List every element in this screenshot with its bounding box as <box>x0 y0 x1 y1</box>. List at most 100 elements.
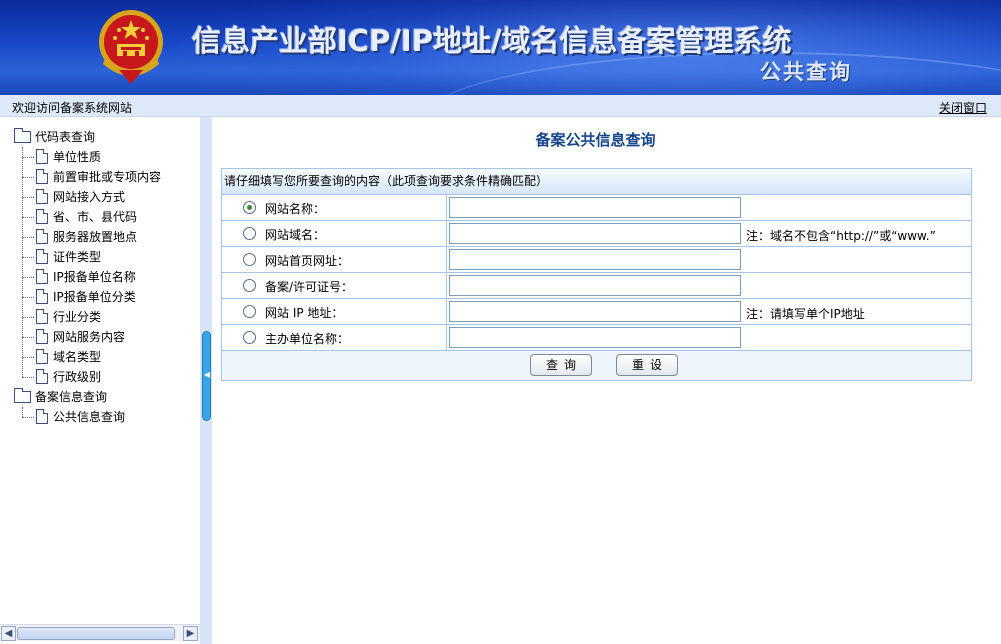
tree-item-label: IP报备单位名称 <box>53 267 136 287</box>
field-label-cell: 网站首页网址： <box>222 247 447 272</box>
site-name-input[interactable] <box>449 197 741 218</box>
query-form: 请仔细填写您所要查询的内容（此项查询要求条件精确匹配） 网站名称： 网站域名： … <box>221 168 972 381</box>
document-icon <box>36 149 48 164</box>
document-icon <box>36 189 48 204</box>
tree-folder-label: 备案信息查询 <box>35 387 107 407</box>
folder-icon <box>14 131 31 143</box>
tree-item[interactable]: 网站接入方式 <box>0 187 200 207</box>
tree-item[interactable]: IP报备单位名称 <box>0 267 200 287</box>
document-icon <box>36 289 48 304</box>
field-label: 备案/许可证号： <box>265 278 353 295</box>
domain-input[interactable] <box>449 223 741 244</box>
tree-item-label: IP报备单位分类 <box>53 287 136 307</box>
field-row-site-name: 网站名称： <box>222 195 971 221</box>
domain-note: 注：域名不包含“http://”或“www.” <box>746 227 936 244</box>
field-row-sponsor: 主办单位名称： <box>222 325 971 351</box>
query-button[interactable]: 查询 <box>530 354 592 376</box>
close-window-link[interactable]: 关闭窗口 <box>939 99 987 116</box>
welcome-bar: 欢迎访问备案系统网站 关闭窗口 <box>0 95 1001 117</box>
tree-item-label: 单位性质 <box>53 147 101 167</box>
tree-item[interactable]: IP报备单位分类 <box>0 287 200 307</box>
page-title: 备案公共信息查询 <box>212 129 979 150</box>
tree-item-label: 服务器放置地点 <box>53 227 137 247</box>
license-number-input[interactable] <box>449 275 741 296</box>
radio-sponsor[interactable] <box>243 331 256 344</box>
tree-item-label: 省、市、县代码 <box>53 207 137 227</box>
homepage-url-input[interactable] <box>449 249 741 270</box>
tree-item[interactable]: 前置审批或专项内容 <box>0 167 200 187</box>
tree-item[interactable]: 省、市、县代码 <box>0 207 200 227</box>
radio-license-number[interactable] <box>243 279 256 292</box>
tree-item[interactable]: 证件类型 <box>0 247 200 267</box>
document-icon <box>36 409 48 424</box>
document-icon <box>36 269 48 284</box>
welcome-text: 欢迎访问备案系统网站 <box>12 99 132 116</box>
tree-item[interactable]: 网站服务内容 <box>0 327 200 347</box>
system-title: 信息产业部ICP/IP地址/域名信息备案管理系统 <box>192 18 792 60</box>
tree-folder-record-query[interactable]: 备案信息查询 <box>0 387 200 407</box>
field-row-domain: 网站域名： 注：域名不包含“http://”或“www.” <box>222 221 971 247</box>
document-icon <box>36 209 48 224</box>
field-label: 主办单位名称： <box>265 330 349 347</box>
field-label-cell: 主办单位名称： <box>222 325 447 350</box>
field-row-ip-address: 网站 IP 地址： 注：请填写单个IP地址 <box>222 299 971 325</box>
tree-item[interactable]: 单位性质 <box>0 147 200 167</box>
main-content: 备案公共信息查询 请仔细填写您所要查询的内容（此项查询要求条件精确匹配） 网站名… <box>212 117 1001 644</box>
tree-item-label: 公共信息查询 <box>53 407 125 427</box>
tree-item-public-query[interactable]: 公共信息查询 <box>0 407 200 427</box>
document-icon <box>36 309 48 324</box>
tree-item[interactable]: 行业分类 <box>0 307 200 327</box>
sidebar-tree: 代码表查询 单位性质 前置审批或专项内容 网站接入方式 省、市、县代码 服务器放… <box>0 117 200 644</box>
form-actions: 查询 重设 <box>222 351 971 380</box>
pane-splitter[interactable]: ◀ <box>200 117 212 644</box>
tree-item[interactable]: 域名类型 <box>0 347 200 367</box>
collapse-sidebar-handle[interactable]: ◀ <box>202 331 211 421</box>
radio-homepage-url[interactable] <box>243 253 256 266</box>
document-icon <box>36 169 48 184</box>
tree-folder-code-tables[interactable]: 代码表查询 <box>0 127 200 147</box>
document-icon <box>36 369 48 384</box>
tree-view: 代码表查询 单位性质 前置审批或专项内容 网站接入方式 省、市、县代码 服务器放… <box>0 127 200 427</box>
field-label: 网站域名： <box>265 226 325 243</box>
national-emblem-icon <box>97 8 165 86</box>
sidebar-horizontal-scrollbar[interactable]: ◀ ▶ <box>0 624 200 641</box>
tree-item[interactable]: 服务器放置地点 <box>0 227 200 247</box>
tree-item-label: 前置审批或专项内容 <box>53 167 161 187</box>
field-label: 网站首页网址： <box>265 252 349 269</box>
scrollbar-thumb[interactable] <box>17 627 175 640</box>
scroll-left-arrow-icon[interactable]: ◀ <box>1 626 16 641</box>
scroll-right-arrow-icon[interactable]: ▶ <box>183 626 198 641</box>
field-row-homepage-url: 网站首页网址： <box>222 247 971 273</box>
tree-item[interactable]: 行政级别 <box>0 367 200 387</box>
collapse-arrow-icon: ◀ <box>204 370 210 379</box>
tree-item-label: 证件类型 <box>53 247 101 267</box>
tree-item-label: 行政级别 <box>53 367 101 387</box>
tree-item-label: 域名类型 <box>53 347 101 367</box>
field-label-cell: 网站域名： <box>222 221 447 246</box>
form-instruction: 请仔细填写您所要查询的内容（此项查询要求条件精确匹配） <box>222 169 971 195</box>
tree-item-label: 网站服务内容 <box>53 327 125 347</box>
document-icon <box>36 229 48 244</box>
field-label-cell: 备案/许可证号： <box>222 273 447 298</box>
document-icon <box>36 329 48 344</box>
tree-folder-label: 代码表查询 <box>35 127 95 147</box>
field-label-cell: 网站 IP 地址： <box>222 299 447 324</box>
document-icon <box>36 349 48 364</box>
folder-icon <box>14 391 31 403</box>
field-label: 网站 IP 地址： <box>265 304 343 321</box>
radio-domain[interactable] <box>243 227 256 240</box>
document-icon <box>36 249 48 264</box>
tree-item-label: 网站接入方式 <box>53 187 125 207</box>
ip-note: 注：请填写单个IP地址 <box>746 305 865 322</box>
sponsor-input[interactable] <box>449 327 741 348</box>
header-banner: 信息产业部ICP/IP地址/域名信息备案管理系统 公共查询 <box>0 0 1001 95</box>
tree-item-label: 行业分类 <box>53 307 101 327</box>
reset-button[interactable]: 重设 <box>616 354 678 376</box>
system-subtitle: 公共查询 <box>760 56 852 86</box>
ip-address-input[interactable] <box>449 301 741 322</box>
radio-ip-address[interactable] <box>243 305 256 318</box>
field-label-cell: 网站名称： <box>222 195 447 220</box>
radio-site-name[interactable] <box>243 201 256 214</box>
field-label: 网站名称： <box>265 200 325 217</box>
field-row-license-number: 备案/许可证号： <box>222 273 971 299</box>
